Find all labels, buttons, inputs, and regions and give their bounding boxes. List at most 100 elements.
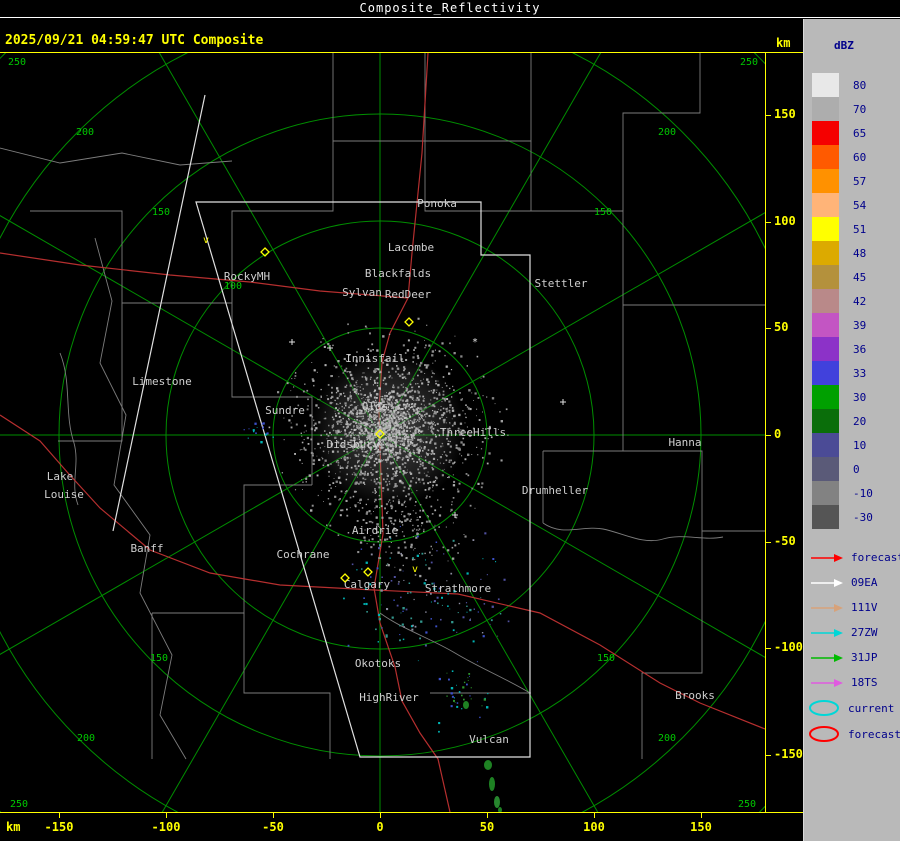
colorbar-level: 0 bbox=[804, 457, 900, 481]
city-label-olds: Olds bbox=[362, 400, 389, 413]
bottom-axis-unit: km bbox=[6, 820, 21, 834]
precip-cell bbox=[494, 796, 500, 808]
header-divider-line bbox=[0, 52, 803, 53]
city-label-vulcan: Vulcan bbox=[469, 733, 509, 746]
radar-map-svg[interactable]: 250200150100150200250150200250150200250P… bbox=[0, 53, 765, 812]
colorbar-value: 57 bbox=[853, 174, 867, 188]
city-label-strathmore: Strathmore bbox=[425, 582, 491, 595]
colorbar-swatch bbox=[812, 361, 839, 385]
colorbar-value: 65 bbox=[853, 126, 867, 140]
right-axis-tick bbox=[766, 328, 771, 329]
colorbar-level: 51 bbox=[804, 217, 900, 241]
timestamp: 2025/09/21 04:59:47 UTC Composite bbox=[5, 33, 264, 48]
legend-arrow-row: forecast bbox=[804, 545, 900, 570]
colorbar-value: 54 bbox=[853, 198, 867, 212]
colorbar-value: 39 bbox=[853, 318, 867, 332]
colorbar-level: 54 bbox=[804, 193, 900, 217]
right-axis-label: -100 bbox=[774, 640, 803, 654]
legend-arrow-label: 111V bbox=[851, 601, 878, 614]
svg-text:250: 250 bbox=[738, 799, 756, 810]
radar-site-diamond-icon bbox=[363, 567, 373, 577]
colorbar-value: 51 bbox=[853, 222, 867, 236]
track-arrow-icon bbox=[811, 578, 843, 587]
colorbar-swatch bbox=[812, 289, 839, 313]
legend-arrow-row: 111V bbox=[804, 595, 900, 620]
bottom-axis-label: 100 bbox=[583, 820, 605, 834]
radar-app-window: Composite_Reflectivity dBZ 80 70 65 60 57 54 5… bbox=[0, 0, 900, 841]
city-label-sundre: Sundre bbox=[265, 404, 305, 417]
legend-arrow-row: 09EA bbox=[804, 570, 900, 595]
colorbar-value: 80 bbox=[853, 78, 867, 92]
colorbar-unit-label: dBZ bbox=[834, 39, 854, 52]
bottom-axis-tick bbox=[594, 813, 595, 818]
legend-sidebar: dBZ 80 70 65 60 57 54 51 48 45 42 39 36 33 30 20 10 0 -10… bbox=[803, 19, 900, 841]
bottom-axis-label: -150 bbox=[44, 820, 74, 834]
bottom-axis-tick bbox=[380, 813, 381, 818]
right-axis-tick bbox=[766, 755, 771, 756]
city-label-blackfalds: Blackfalds bbox=[365, 267, 431, 280]
colorbar-swatch bbox=[812, 313, 839, 337]
colorbar-swatch bbox=[812, 145, 839, 169]
city-label-drumheller: Drumheller bbox=[522, 484, 589, 497]
bottom-axis-label: -100 bbox=[151, 820, 181, 834]
city-label-stettler: Stettler bbox=[535, 277, 588, 290]
colorbar-value: 42 bbox=[853, 294, 867, 308]
legend-ellipse-row: current bbox=[804, 695, 900, 721]
track-arrow-icon bbox=[811, 678, 843, 687]
colorbar-level: 42 bbox=[804, 289, 900, 313]
bottom-axis-tick bbox=[701, 813, 702, 818]
colorbar-level: -10 bbox=[804, 481, 900, 505]
colorbar-value: -10 bbox=[853, 486, 873, 500]
colorbar-value: 0 bbox=[853, 462, 860, 476]
window-title-bar: Composite_Reflectivity bbox=[0, 0, 900, 18]
colorbar-swatch bbox=[812, 121, 839, 145]
right-axis-tick bbox=[766, 542, 771, 543]
colorbar-level: 20 bbox=[804, 409, 900, 433]
svg-text:150: 150 bbox=[594, 207, 612, 218]
star-marker-icon: * bbox=[472, 337, 478, 348]
city-label-brooks: Brooks bbox=[675, 689, 715, 702]
legend-arrow-label: forecast bbox=[851, 551, 900, 564]
map-viewport[interactable]: 250 200 150 100 150 200 250 150 200 250 150 200 250 P… bbox=[0, 53, 765, 812]
colorbar-value: 60 bbox=[853, 150, 867, 164]
colorbar-swatch bbox=[812, 481, 839, 505]
legend-ellipse-label: forecast bbox=[848, 727, 900, 741]
svg-text:200: 200 bbox=[76, 127, 94, 138]
bottom-axis-tick bbox=[59, 813, 60, 818]
colorbar-swatch bbox=[812, 505, 839, 529]
radar-site-diamond-icon bbox=[404, 317, 414, 327]
colorbar-swatch bbox=[812, 433, 839, 457]
legend-arrow-label: 09EA bbox=[851, 576, 878, 589]
colorbar-level: 65 bbox=[804, 121, 900, 145]
city-label-limestone: Limestone bbox=[132, 375, 192, 388]
colorbar-value: 10 bbox=[853, 438, 867, 452]
svg-text:150: 150 bbox=[150, 653, 168, 664]
colorbar-swatch bbox=[812, 385, 839, 409]
colorbar-swatch bbox=[812, 241, 839, 265]
bottom-axis-label: 150 bbox=[690, 820, 712, 834]
precip-cell bbox=[463, 701, 469, 709]
colorbar-swatch bbox=[812, 265, 839, 289]
colorbar-value: 36 bbox=[853, 342, 867, 356]
right-axis-label: 100 bbox=[774, 214, 796, 228]
city-label-banff: Banff bbox=[130, 542, 163, 555]
city-label-sylvan: Sylvan bbox=[342, 286, 382, 299]
window-title: Composite_Reflectivity bbox=[359, 1, 541, 15]
colorbar-level: 45 bbox=[804, 265, 900, 289]
right-axis-tick bbox=[766, 648, 771, 649]
city-label-hanna: Hanna bbox=[668, 436, 701, 449]
city-label-highriver: HighRiver bbox=[359, 691, 419, 704]
right-axis-label: -50 bbox=[774, 534, 796, 548]
right-axis-tick bbox=[766, 115, 771, 116]
legend-arrow-label: 27ZW bbox=[851, 626, 878, 639]
colorbar-level: 30 bbox=[804, 385, 900, 409]
right-axis: 150 100 50 0 -50 -100 -150 bbox=[766, 53, 803, 812]
colorbar-swatch bbox=[812, 217, 839, 241]
chevron-marker-icon: v bbox=[203, 235, 209, 246]
city-label-threehills: ThreeHills bbox=[440, 426, 506, 439]
track-arrow-icon bbox=[811, 628, 843, 637]
city-label-lake: Lake bbox=[47, 470, 74, 483]
colorbar-value: 33 bbox=[853, 366, 867, 380]
right-axis-label: 150 bbox=[774, 107, 796, 121]
colorbar-level: 60 bbox=[804, 145, 900, 169]
